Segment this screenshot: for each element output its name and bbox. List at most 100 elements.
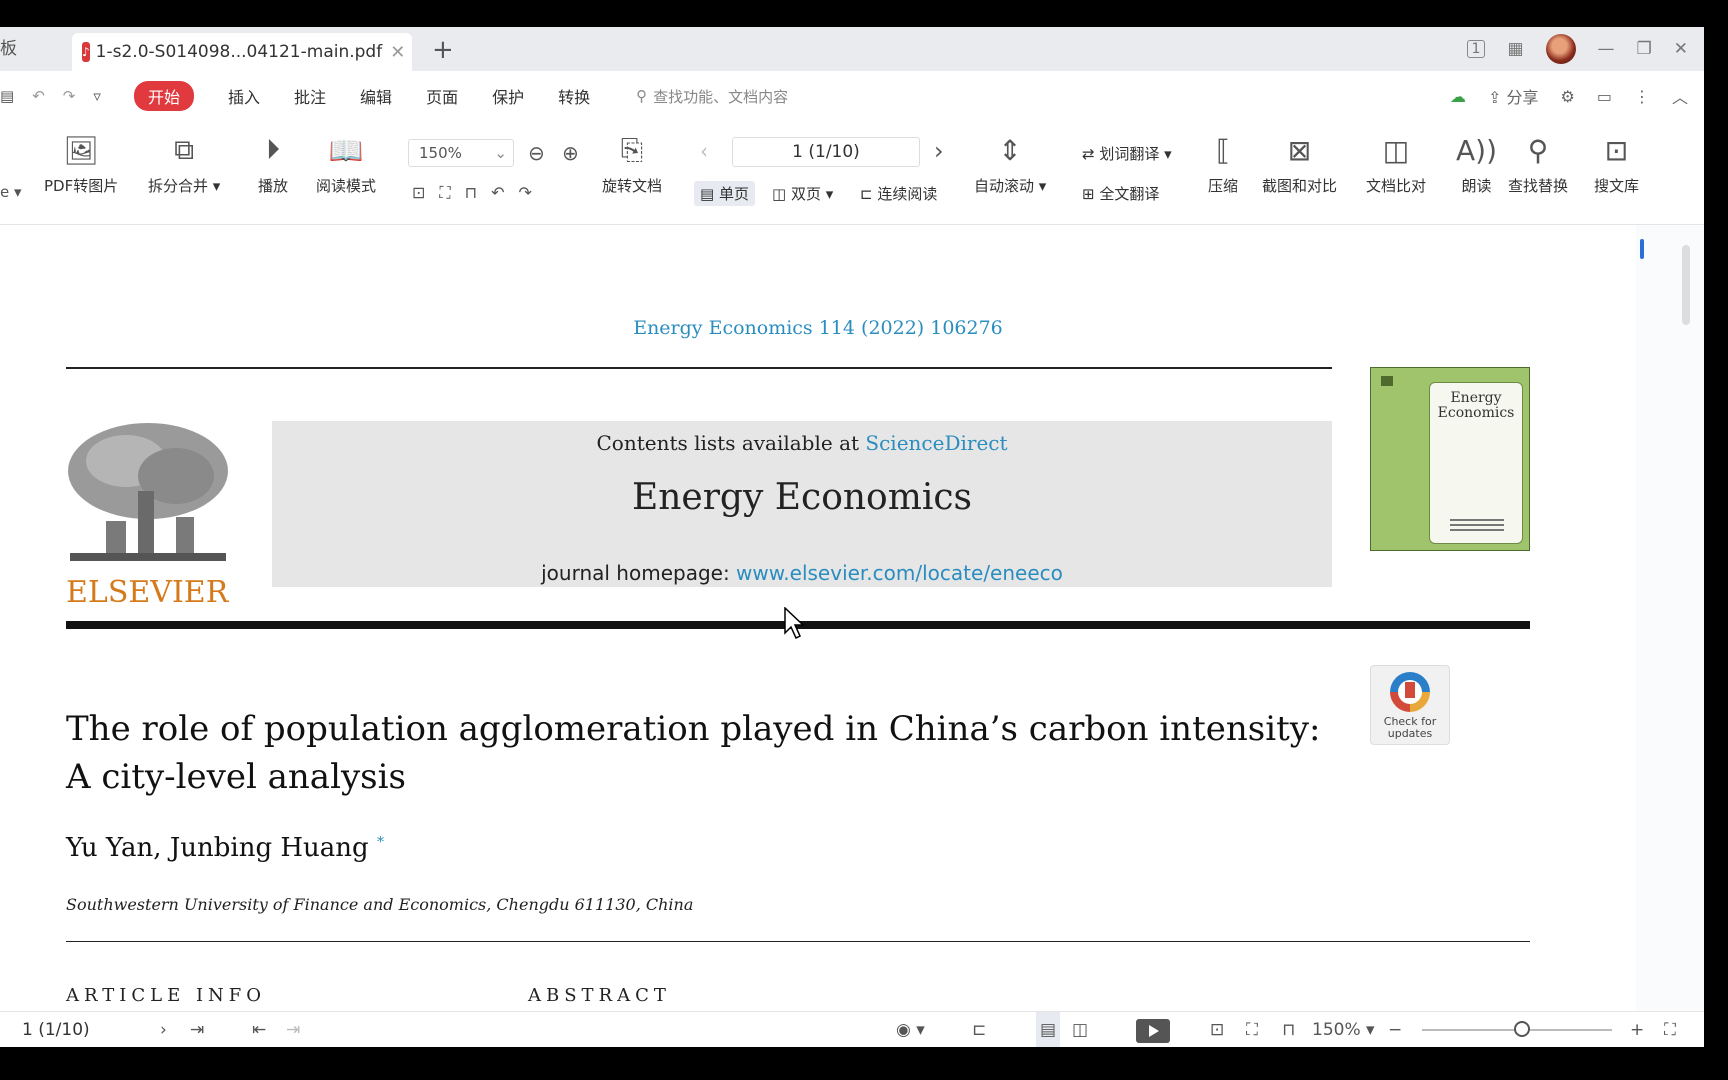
doc-compare-icon: ◫	[1382, 134, 1410, 167]
fit-page-icon[interactable]: ⛶	[439, 183, 464, 202]
fit-width-icon[interactable]: ⊓	[465, 183, 491, 202]
pdf-to-image-button[interactable]: 🖼 PDF转图片	[44, 121, 118, 225]
status-actual-size-icon[interactable]: ⊡	[1210, 1012, 1224, 1047]
sciencedirect-link[interactable]: ScienceDirect	[865, 431, 1007, 455]
zoom-slider-knob[interactable]	[1514, 1021, 1530, 1037]
journal-reference[interactable]: Energy Economics 114 (2022) 106276	[0, 317, 1636, 339]
cloud-sync-icon[interactable]: ☁	[1450, 87, 1466, 106]
auto-scroll-button[interactable]: ⇕ 自动滚动 ▾	[974, 121, 1046, 225]
full-translate-button[interactable]: ⊞ 全文翻译	[1082, 183, 1159, 204]
zoom-plus-button[interactable]: +	[1630, 1012, 1644, 1047]
status-next-icon[interactable]: ›	[160, 1012, 167, 1047]
prev-page-icon[interactable]: ‹	[700, 139, 708, 163]
word-translate-button[interactable]: ⇄ 划词翻译 ▾	[1082, 143, 1172, 164]
dropdown-icon[interactable]: ▿	[93, 87, 101, 105]
zoom-select[interactable]: 150% ⌄	[408, 139, 514, 167]
double-page-icon: ◫	[772, 185, 787, 203]
status-back-icon[interactable]: ⇤	[252, 1012, 266, 1047]
document-viewport[interactable]: Energy Economics 114 (2022) 106276 ELSEV…	[0, 225, 1704, 1011]
grid-icon[interactable]: ▦	[1507, 39, 1523, 59]
view-mode-icon[interactable]: 1	[1466, 40, 1486, 58]
window-controls: 1 ▦ — ❐ ✕	[1466, 27, 1704, 71]
zoom-out-icon[interactable]: ⊖	[528, 141, 545, 165]
zoom-minus-button[interactable]: −	[1388, 1012, 1402, 1047]
status-double-page-icon[interactable]: ◫	[1072, 1012, 1088, 1047]
search-field[interactable]: ⚲ 查找功能、文档内容	[636, 86, 788, 107]
tab-active-document[interactable]: ♪ 1-s2.0-S014098...04121-main.pdf ✕	[72, 33, 412, 71]
rotate-doc-label: 旋转文档	[602, 177, 663, 195]
menu-page[interactable]: 页面	[426, 84, 458, 108]
play-button[interactable]: ⏵ 播放	[258, 121, 288, 225]
actual-size-icon[interactable]: ⊡	[412, 183, 439, 202]
eye-protection-icon[interactable]: ◉ ▾	[896, 1012, 925, 1047]
homepage-link[interactable]: www.elsevier.com/locate/eneeco	[736, 561, 1063, 585]
menu-edit[interactable]: 编辑	[360, 84, 392, 108]
close-icon[interactable]: ✕	[1674, 39, 1688, 59]
article-title: The role of population agglomeration pla…	[66, 709, 1321, 797]
menu-right-tools: ☁ ⇪ 分享 ⚙ ▭ ⋮ ︿	[1450, 71, 1688, 121]
play-icon: ⏵	[266, 133, 281, 166]
status-continuous-icon[interactable]: ⊏	[972, 1012, 986, 1047]
compress-button[interactable]: ⟦ 压缩	[1208, 121, 1238, 225]
header-rule	[66, 367, 1332, 369]
next-page-icon[interactable]: ›	[934, 137, 944, 165]
save-icon[interactable]: ▤	[0, 87, 14, 105]
menu-convert[interactable]: 转换	[558, 84, 590, 108]
share-button[interactable]: ⇪ 分享	[1488, 84, 1539, 108]
status-last-icon[interactable]: ⇥	[190, 1012, 204, 1047]
menu-insert[interactable]: 插入	[228, 84, 260, 108]
rotate-left-icon[interactable]: ↶	[491, 183, 518, 202]
more-icon[interactable]: ⋮	[1634, 87, 1650, 106]
undo-icon[interactable]: ↶	[32, 87, 45, 105]
search-library-button[interactable]: ⊡ 搜文库	[1594, 121, 1639, 225]
maximize-icon[interactable]: ❐	[1637, 39, 1652, 59]
status-play-button[interactable]	[1136, 1019, 1170, 1043]
tab-previous[interactable]: 板	[0, 27, 70, 71]
read-mode-button[interactable]: 📖 阅读模式	[316, 121, 376, 225]
status-fit-page-icon[interactable]: ⛶	[1246, 1012, 1258, 1047]
doc-compare-button[interactable]: ◫ 文档比对	[1366, 121, 1426, 225]
authors-text: Yu Yan, Junbing Huang	[66, 833, 369, 863]
double-page-button[interactable]: ◫ 双页 ▾	[772, 183, 833, 204]
menu-start[interactable]: 开始	[134, 81, 195, 111]
split-merge-button[interactable]: ⧉ 拆分合并 ▾	[148, 121, 220, 225]
comment-icon[interactable]: ▭	[1597, 87, 1612, 106]
status-page-indicator[interactable]: 1 (1/10)	[22, 1012, 90, 1047]
tab-close-icon[interactable]: ✕	[390, 42, 405, 63]
continuous-icon: ⊏	[860, 185, 873, 203]
scrollbar-thumb[interactable]	[1682, 245, 1690, 325]
status-fit-width-icon[interactable]: ⊓	[1282, 1012, 1295, 1047]
new-tab-button[interactable]: +	[432, 33, 454, 67]
mouse-cursor-icon	[784, 607, 805, 640]
rotate-doc-button[interactable]: ⎘ 旋转文档	[602, 121, 662, 225]
single-page-button[interactable]: ▤ 单页	[694, 181, 755, 206]
status-zoom-select[interactable]: 150% ▾	[1312, 1012, 1375, 1047]
ribbon-partial-item[interactable]: e ▾	[0, 183, 22, 201]
minimize-icon[interactable]: —	[1598, 39, 1615, 59]
fullscreen-icon[interactable]: ⛶	[1664, 1012, 1676, 1047]
redo-icon[interactable]: ↷	[63, 87, 76, 105]
find-replace-button[interactable]: ⚲ 查找替换	[1508, 121, 1568, 225]
auto-scroll-label: 自动滚动 ▾	[974, 177, 1047, 195]
settings-icon[interactable]: ⚙	[1561, 87, 1575, 106]
zoom-in-icon[interactable]: ⊕	[562, 141, 579, 165]
check-for-updates-badge[interactable]: Check for updates	[1370, 665, 1450, 745]
single-page-label: 单页	[718, 185, 749, 203]
menu-annotate[interactable]: 批注	[294, 84, 326, 108]
screenshot-compare-button[interactable]: ⊠ 截图和对比	[1262, 121, 1337, 225]
collapse-ribbon-icon[interactable]: ︿	[1672, 84, 1688, 108]
status-forward-icon[interactable]: ⇥	[286, 1012, 300, 1047]
continuous-read-button[interactable]: ⊏ 连续阅读	[860, 183, 937, 204]
double-page-label: 双页	[790, 185, 821, 203]
screenshot-icon: ⊠	[1287, 134, 1312, 167]
read-aloud-button[interactable]: A)) 朗读	[1456, 121, 1497, 225]
rotate-right-icon[interactable]: ↷	[519, 183, 546, 202]
avatar[interactable]	[1545, 34, 1576, 64]
status-single-page-icon[interactable]: ▤	[1036, 1012, 1061, 1047]
page-input[interactable]: 1 (1/10)	[732, 137, 920, 167]
menu-protect[interactable]: 保护	[492, 84, 524, 108]
corresponding-author-mark[interactable]: *	[377, 834, 384, 850]
vertical-scrollbar[interactable]	[1636, 225, 1704, 1011]
journal-cover[interactable]: Energy Economics	[1370, 367, 1530, 551]
cover-title-line-1: Energy	[1450, 390, 1502, 406]
